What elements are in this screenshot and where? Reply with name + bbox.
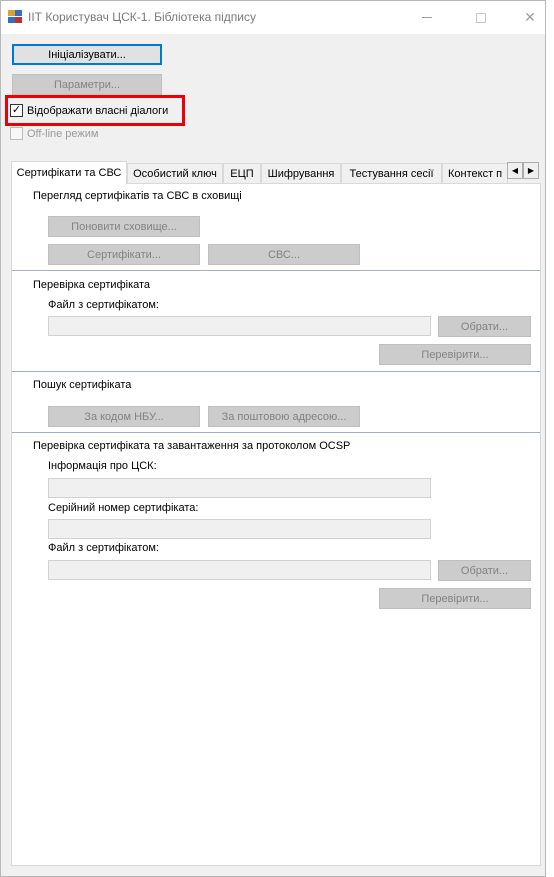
tab-signature[interactable]: ЕЦП bbox=[223, 163, 261, 183]
view-group-title: Перегляд сертифікатів та СВС в сховищі bbox=[33, 190, 242, 202]
tab-panel-certificates: Перегляд сертифікатів та СВС в сховищі П… bbox=[11, 183, 541, 866]
parameters-button[interactable]: Параметри... bbox=[12, 74, 162, 95]
maximize-button[interactable] bbox=[458, 1, 504, 34]
check-group-title: Перевірка сертифіката bbox=[33, 279, 151, 291]
search-group-title: Пошук сертифіката bbox=[33, 379, 132, 391]
offline-mode-option[interactable]: Off-line режим bbox=[10, 127, 99, 140]
separator bbox=[12, 270, 540, 271]
separator bbox=[12, 432, 540, 433]
check-certificate-button[interactable]: Перевірити... bbox=[379, 344, 531, 365]
minimize-icon bbox=[422, 17, 432, 18]
search-by-nbu-button[interactable]: За кодом НБУ... bbox=[48, 406, 200, 427]
check-file-field[interactable] bbox=[48, 316, 431, 336]
ca-info-field[interactable] bbox=[48, 478, 431, 498]
app-icon bbox=[8, 10, 22, 23]
title-bar[interactable]: ІІТ Користувач ЦСК-1. Бібліотека підпису… bbox=[1, 1, 545, 34]
offline-mode-label: Off-line режим bbox=[27, 127, 99, 140]
arrow-left-icon: ◀ bbox=[511, 166, 519, 175]
check-browse-button[interactable]: Обрати... bbox=[438, 316, 531, 337]
ocsp-group-title: Перевірка сертифіката та завантаження за… bbox=[33, 440, 351, 452]
initialize-button[interactable]: Ініціалізувати... bbox=[12, 44, 162, 65]
highlight-box bbox=[5, 95, 185, 126]
arrow-right-icon: ▶ bbox=[527, 166, 535, 175]
tab-scroll-right-button[interactable]: ▶ bbox=[523, 162, 539, 179]
background-window-edge bbox=[546, 0, 554, 877]
ocsp-browse-button[interactable]: Обрати... bbox=[438, 560, 531, 581]
ca-info-label: Інформація про ЦСК: bbox=[48, 460, 157, 472]
offline-mode-checkbox[interactable] bbox=[10, 127, 23, 140]
tab-private-key[interactable]: Особистий ключ bbox=[127, 163, 223, 183]
tab-strip: Сертифікати та СВС Особистий ключ ЕЦП Ши… bbox=[11, 161, 541, 184]
minimize-button[interactable] bbox=[404, 1, 450, 34]
crl-button[interactable]: СВС... bbox=[208, 244, 360, 265]
check-file-label: Файл з сертифікатом: bbox=[48, 299, 159, 311]
tab-context[interactable]: Контекст п bbox=[442, 163, 508, 183]
maximize-icon bbox=[476, 12, 486, 23]
certificates-button[interactable]: Сертифікати... bbox=[48, 244, 200, 265]
close-icon: ✕ bbox=[524, 9, 536, 25]
refresh-storage-button[interactable]: Поновити сховище... bbox=[48, 216, 200, 237]
tab-scroll-arrows: ◀ ▶ bbox=[507, 162, 539, 179]
tab-session-testing[interactable]: Тестування сесії bbox=[341, 163, 442, 183]
separator bbox=[12, 371, 540, 372]
serial-number-label: Серійний номер сертифіката: bbox=[48, 502, 199, 514]
tab-certificates-crl[interactable]: Сертифікати та СВС bbox=[11, 161, 127, 184]
tab-scroll-left-button[interactable]: ◀ bbox=[507, 162, 523, 179]
main-window: ІІТ Користувач ЦСК-1. Бібліотека підпису… bbox=[0, 0, 546, 877]
window-title: ІІТ Користувач ЦСК-1. Бібліотека підпису bbox=[28, 10, 256, 24]
serial-number-field[interactable] bbox=[48, 519, 431, 539]
tab-encryption[interactable]: Шифрування bbox=[261, 163, 341, 183]
ocsp-check-button[interactable]: Перевірити... bbox=[379, 588, 531, 609]
ocsp-file-label: Файл з сертифікатом: bbox=[48, 542, 159, 554]
ocsp-file-field[interactable] bbox=[48, 560, 431, 580]
search-by-email-button[interactable]: За поштовою адресою... bbox=[208, 406, 360, 427]
